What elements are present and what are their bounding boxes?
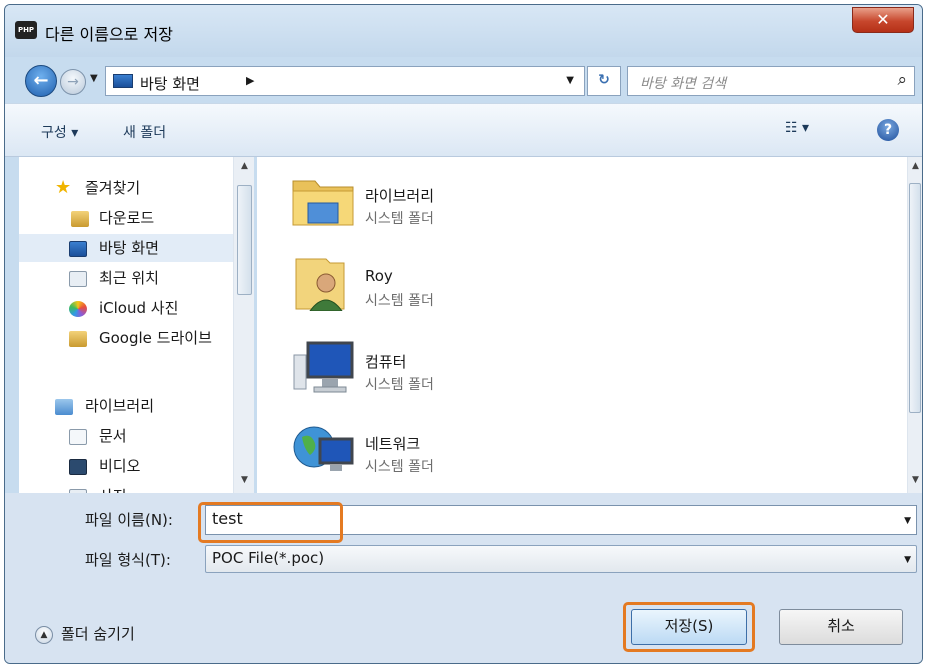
nav-item-google-drive[interactable]: Google 드라이브 — [19, 324, 233, 352]
recent-places-icon — [69, 271, 87, 287]
nav-item-pictures[interactable]: 사진 — [19, 482, 233, 493]
user-folder-icon — [295, 258, 345, 311]
computer-icon — [293, 341, 354, 393]
scroll-thumb[interactable] — [909, 183, 921, 413]
desktop-icon — [113, 74, 133, 88]
close-button[interactable]: ✕ — [852, 7, 914, 33]
nav-item-videos[interactable]: 비디오 — [19, 452, 233, 480]
filename-highlight-box — [198, 502, 343, 543]
file-list: 라이브러리 시스템 폴더 Roy 시스템 폴더 컴퓨터 시스템 폴더 네트워크 … — [257, 157, 907, 493]
help-icon[interactable]: ? — [877, 119, 899, 141]
nav-item-icloud-photos[interactable]: iCloud 사진 — [19, 294, 233, 322]
file-list-scrollbar[interactable]: ▲ ▼ — [907, 157, 922, 493]
file-name: 라이브러리 — [365, 187, 435, 205]
file-type: 시스템 폴더 — [365, 211, 434, 227]
hide-folders-toggle[interactable]: ▲ 폴더 숨기기 — [35, 623, 135, 644]
refresh-button[interactable]: ↻ — [587, 66, 621, 96]
chevron-down-icon[interactable]: ▼ — [904, 555, 911, 565]
scroll-down-arrow-icon[interactable]: ▼ — [908, 475, 922, 485]
google-drive-icon — [69, 331, 87, 347]
app-icon: PHP — [15, 21, 37, 39]
star-icon: ★ — [55, 177, 72, 198]
file-type: 시스템 폴더 — [365, 293, 434, 309]
scroll-thumb[interactable] — [237, 185, 252, 295]
documents-icon — [69, 429, 87, 445]
collapse-arrow-icon[interactable]: ▲ — [35, 625, 53, 644]
filetype-label: 파일 형식(T): — [85, 551, 171, 569]
filename-label: 파일 이름(N): — [85, 511, 173, 529]
search-box[interactable]: 바탕 화면 검색 ⌕ — [627, 66, 915, 96]
back-button[interactable]: ← — [25, 65, 57, 97]
search-input[interactable]: 바탕 화면 검색 — [640, 73, 726, 93]
scroll-up-arrow-icon[interactable]: ▲ — [908, 161, 922, 171]
address-dropdown-icon[interactable]: ▼ — [566, 75, 574, 86]
save-as-dialog: PHP 다른 이름으로 저장 ✕ ← → ▼ 바탕 화면 ▶ ▼ ↻ 바탕 화면… — [4, 4, 923, 664]
nav-item-documents[interactable]: 문서 — [19, 422, 233, 450]
libraries-icon — [55, 399, 73, 415]
address-path[interactable]: 바탕 화면 — [140, 73, 200, 94]
command-toolbar: 구성 ▾ 새 폴더 ☷ ▾ ? — [5, 103, 922, 157]
nav-item-recent-places[interactable]: 최근 위치 — [19, 264, 233, 292]
chevron-right-icon[interactable]: ▶ — [246, 74, 254, 87]
save-highlight-box — [623, 602, 755, 652]
nav-item-downloads[interactable]: 다운로드 — [19, 204, 233, 232]
network-icon — [293, 426, 354, 471]
file-type: 시스템 폴더 — [365, 459, 434, 475]
desktop-icon — [69, 241, 87, 257]
videos-icon — [69, 459, 87, 475]
history-dropdown-icon[interactable]: ▼ — [90, 73, 98, 84]
title-bar: PHP 다른 이름으로 저장 ✕ — [5, 5, 922, 57]
address-bar[interactable]: 바탕 화면 ▶ ▼ — [105, 66, 585, 96]
new-folder-button[interactable]: 새 폴더 — [123, 122, 166, 142]
scroll-up-arrow-icon[interactable]: ▲ — [234, 161, 254, 171]
file-name: Roy — [365, 267, 393, 285]
navigation-pane: ★ 즐겨찾기 다운로드 바탕 화면 최근 위치 iCloud 사진 Google… — [19, 157, 254, 493]
chevron-down-icon[interactable]: ▼ — [904, 516, 911, 526]
libraries-folder-icon — [292, 180, 354, 226]
nav-item-libraries[interactable]: 라이브러리 — [19, 392, 233, 420]
nav-pane-scrollbar[interactable]: ▲ ▼ — [233, 157, 254, 493]
search-icon[interactable]: ⌕ — [897, 70, 907, 90]
window-title: 다른 이름으로 저장 — [45, 25, 173, 44]
filetype-select[interactable]: POC File(*.poc) ▼ — [205, 545, 917, 573]
icloud-photos-icon — [69, 301, 87, 317]
file-type: 시스템 폴더 — [365, 377, 434, 393]
scroll-down-arrow-icon[interactable]: ▼ — [234, 475, 254, 485]
organize-menu[interactable]: 구성 ▾ — [41, 122, 78, 142]
save-options-panel: 파일 이름(N): test ▼ 파일 형식(T): POC File(*.po… — [5, 493, 922, 663]
downloads-icon — [71, 211, 89, 227]
nav-item-desktop[interactable]: 바탕 화면 — [19, 234, 233, 262]
forward-button[interactable]: → — [60, 69, 86, 95]
file-name: 컴퓨터 — [365, 353, 407, 371]
file-name: 네트워크 — [365, 435, 421, 453]
cancel-button[interactable]: 취소 — [779, 609, 903, 645]
navigation-bar: ← → ▼ 바탕 화면 ▶ ▼ ↻ 바탕 화면 검색 ⌕ — [5, 57, 922, 103]
views-button[interactable]: ☷ ▾ — [785, 120, 809, 136]
filetype-value[interactable]: POC File(*.poc) — [212, 549, 324, 567]
hide-folders-label[interactable]: 폴더 숨기기 — [61, 625, 135, 643]
nav-item-favorites[interactable]: ★ 즐겨찾기 — [19, 174, 233, 202]
